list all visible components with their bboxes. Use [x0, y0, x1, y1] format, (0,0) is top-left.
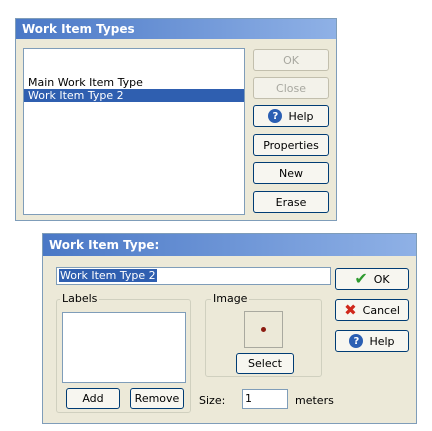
help-button[interactable]: ? Help: [335, 330, 409, 352]
ok-label: OK: [373, 272, 390, 286]
labels-list[interactable]: [62, 312, 186, 383]
type-name-value: Work Item Type 2: [59, 269, 157, 282]
help-button[interactable]: ? Help: [253, 105, 329, 127]
add-label: Add: [82, 392, 104, 405]
type-name-input[interactable]: Work Item Type 2: [56, 267, 331, 285]
work-item-type-list[interactable]: Main Work Item Type Work Item Type 2: [23, 48, 245, 215]
cancel-button[interactable]: ✖ Cancel: [335, 299, 409, 321]
image-preview: [244, 311, 283, 348]
labels-group-label: Labels: [60, 292, 100, 305]
select-label: Select: [248, 357, 282, 370]
help-label: Help: [369, 334, 395, 348]
select-button[interactable]: Select: [236, 353, 294, 374]
erase-label: Erase: [275, 195, 307, 209]
size-unit-label: meters: [295, 394, 334, 407]
properties-label: Properties: [263, 138, 319, 152]
size-label: Size:: [199, 394, 226, 407]
remove-label: Remove: [134, 392, 180, 405]
properties-button[interactable]: Properties: [253, 134, 329, 156]
new-label: New: [279, 166, 303, 180]
image-group-label: Image: [211, 292, 250, 305]
size-value: 1: [245, 392, 252, 405]
close-button[interactable]: Close: [253, 77, 329, 99]
image-preview-dot-icon: [261, 327, 266, 332]
help-label: Help: [288, 109, 314, 123]
types-dialog-titlebar: Work Item Types: [16, 19, 336, 39]
list-item-main-work-item-type[interactable]: Main Work Item Type: [24, 76, 244, 89]
new-button[interactable]: New: [253, 162, 329, 184]
check-icon: ✔: [354, 269, 368, 288]
work-item-types-dialog: Work Item Types Main Work Item Type Work…: [15, 18, 337, 221]
add-button[interactable]: Add: [66, 388, 120, 409]
size-input[interactable]: 1: [242, 389, 288, 409]
cancel-label: Cancel: [362, 303, 400, 317]
close-label: Close: [276, 81, 306, 95]
image-group: Image Select: [205, 293, 322, 377]
ok-label: OK: [283, 53, 299, 67]
erase-button[interactable]: Erase: [253, 191, 329, 213]
help-icon: ?: [349, 334, 364, 348]
type-dialog-title: Work Item Type:: [49, 238, 160, 252]
type-dialog-titlebar: Work Item Type:: [43, 234, 416, 256]
help-icon: ?: [268, 109, 283, 123]
ok-button[interactable]: ✔ OK: [335, 268, 409, 290]
work-item-type-dialog: Work Item Type: Work Item Type 2 Labels …: [42, 233, 417, 424]
list-item-work-item-type-2[interactable]: Work Item Type 2: [24, 89, 244, 102]
labels-group: Labels Add Remove: [56, 293, 191, 413]
ok-button[interactable]: OK: [253, 49, 329, 71]
types-dialog-title: Work Item Types: [22, 22, 135, 36]
cancel-x-icon: ✖: [344, 300, 357, 319]
remove-button[interactable]: Remove: [130, 388, 184, 409]
